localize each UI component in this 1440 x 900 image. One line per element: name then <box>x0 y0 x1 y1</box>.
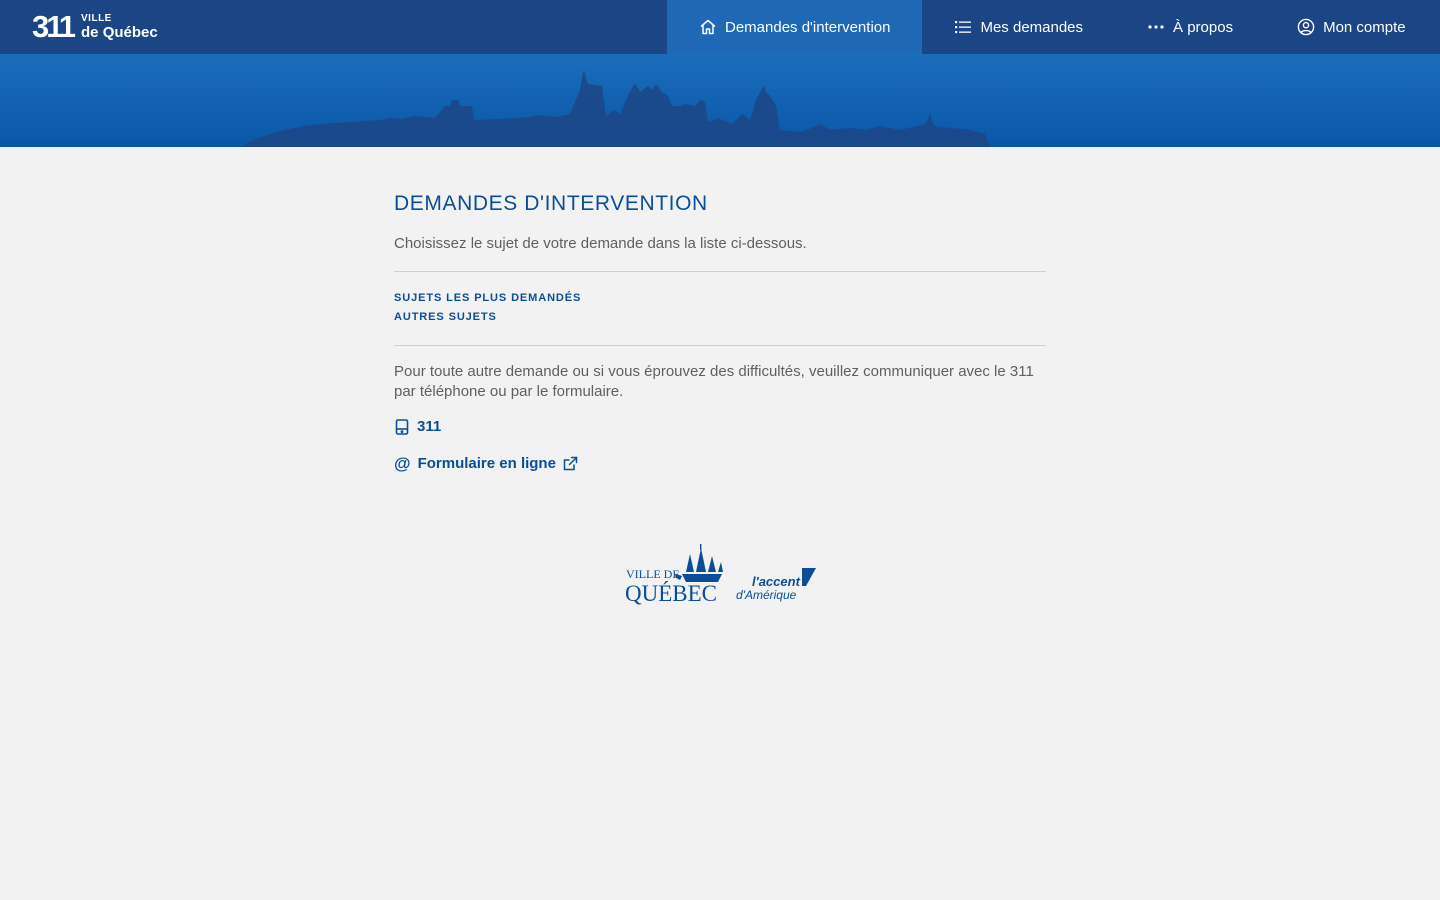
nav-item-label: Mes demandes <box>980 18 1084 36</box>
external-link-icon <box>563 456 578 471</box>
main-content: DEMANDES D'INTERVENTION Choisissez le su… <box>394 190 1046 472</box>
ville-de-quebec-logo: VILLE DE QUÉBEC l'accent d'Amérique <box>625 544 816 606</box>
top-navigation-bar: 311 VILLE de Québec Demandes d'intervent… <box>0 0 1440 54</box>
logo-slogan-line1: l'accent <box>752 574 801 589</box>
page-title: DEMANDES D'INTERVENTION <box>394 192 708 215</box>
brand-text: VILLE de Québec <box>81 13 158 41</box>
topic-link-other[interactable]: AUTRES SUJETS <box>394 308 1046 327</box>
topic-list: SUJETS LES PLUS DEMANDÉS AUTRES SUJETS <box>394 272 1046 345</box>
brand-line-2: de Québec <box>81 24 158 41</box>
more-dots-icon <box>1148 25 1164 29</box>
logo-city-line2: QUÉBEC <box>626 581 717 606</box>
nav-item-mon-compte[interactable]: Mon compte <box>1265 0 1438 54</box>
home-icon <box>700 19 716 35</box>
brand-logo[interactable]: 311 VILLE de Québec <box>32 9 158 44</box>
logo-slogan-line2: d'Amérique <box>736 588 797 602</box>
nav-item-label: À propos <box>1173 18 1234 36</box>
hero-banner <box>0 54 1440 147</box>
topic-link-most-requested[interactable]: SUJETS LES PLUS DEMANDÉS <box>394 289 1046 308</box>
nav-item-mes-demandes[interactable]: Mes demandes <box>922 0 1115 54</box>
ship-icon <box>675 544 723 582</box>
main-nav: Demandes d'intervention Mes demandes À p… <box>667 0 1438 54</box>
slogan-accent-mark <box>802 568 816 586</box>
divider-bottom <box>394 345 1046 346</box>
nav-item-label: Mon compte <box>1323 18 1406 36</box>
brand-number: 311 <box>32 9 76 44</box>
phone-link[interactable]: 311 <box>394 418 1046 435</box>
phone-icon <box>395 418 409 435</box>
footer-logos: VILLE DE QUÉBEC l'accent d'Amérique <box>625 544 816 606</box>
nav-item-a-propos[interactable]: À propos <box>1115 0 1265 54</box>
phone-label: 311 <box>417 418 442 435</box>
nav-item-demandes-intervention[interactable]: Demandes d'intervention <box>667 0 923 54</box>
help-text: Pour toute autre demande ou si vous épro… <box>394 363 1034 400</box>
brand-line-1: VILLE <box>81 13 112 24</box>
at-icon: @ <box>394 454 411 473</box>
nav-item-label: Demandes d'intervention <box>725 18 891 36</box>
online-form-label: Formulaire en ligne <box>417 455 556 472</box>
user-circle-icon <box>1297 18 1315 36</box>
list-icon <box>955 21 972 34</box>
city-skyline-illustration <box>240 70 990 147</box>
online-form-link[interactable]: @ Formulaire en ligne <box>394 455 1046 472</box>
logo-city-line1: VILLE DE <box>626 567 680 581</box>
intro-text: Choisissez le sujet de votre demande dan… <box>394 235 807 252</box>
